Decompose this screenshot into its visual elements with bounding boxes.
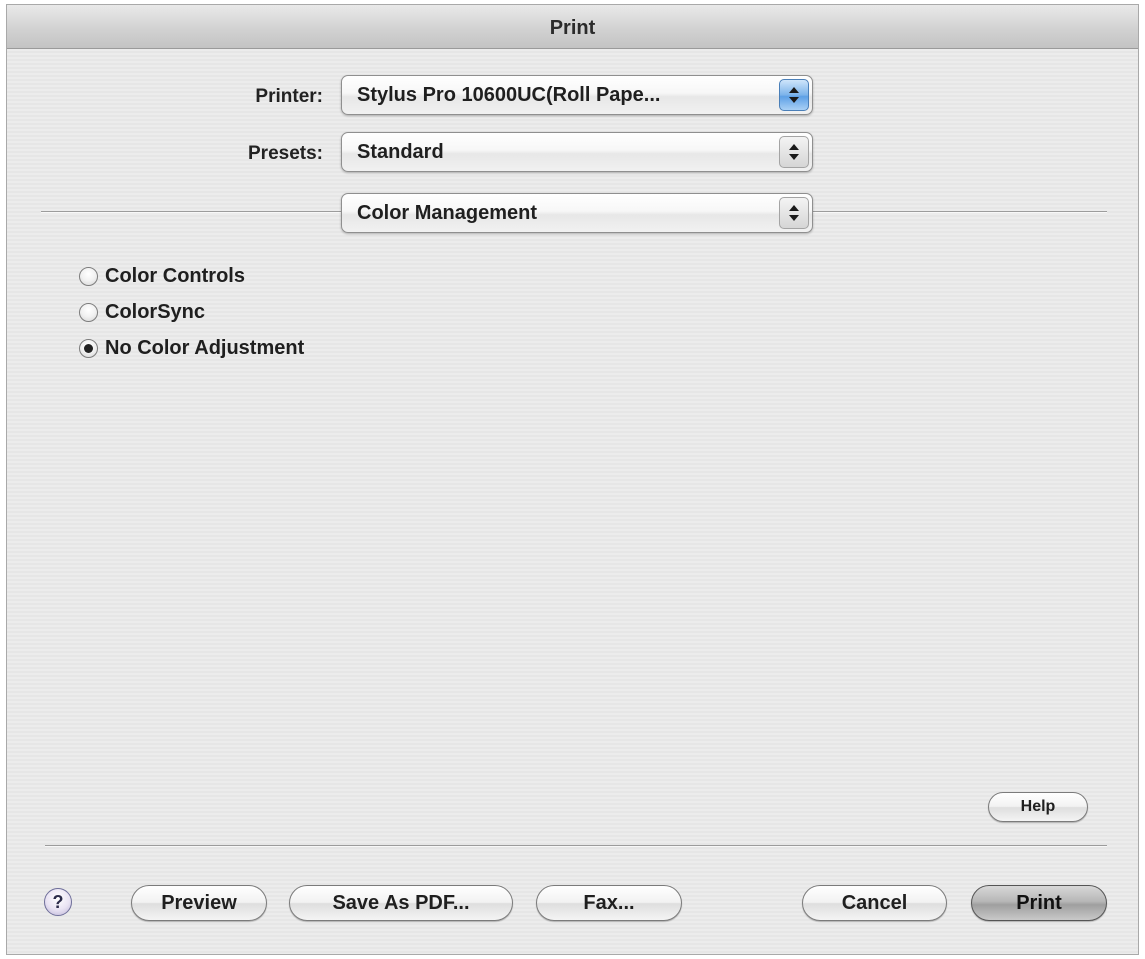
radio-label: No Color Adjustment: [105, 336, 305, 359]
printer-label: Printer:: [255, 86, 323, 107]
panel-separator-right: [813, 211, 1107, 213]
radio-button[interactable]: [79, 266, 98, 286]
radio-label: ColorSync: [105, 300, 206, 323]
footer-separator: [45, 845, 1107, 847]
print-button[interactable]: Print: [971, 885, 1107, 921]
panel-popup[interactable]: Color Management: [341, 193, 813, 233]
presets-label: Presets:: [248, 143, 323, 164]
panel-separator-left: [41, 211, 341, 213]
radio-no-color-adjustment[interactable]: No Color Adjustment: [79, 335, 304, 361]
presets-value: Standard: [357, 141, 444, 163]
fax-button[interactable]: Fax...: [536, 885, 682, 921]
printer-value: Stylus Pro 10600UC(Roll Pape...: [357, 84, 661, 106]
preview-button[interactable]: Preview: [131, 885, 267, 921]
radio-label: Color Controls: [105, 264, 245, 287]
help-button[interactable]: Help: [988, 792, 1088, 822]
print-dialog: Print Printer: Stylus Pro 10600UC(Roll P…: [6, 4, 1139, 955]
cancel-button[interactable]: Cancel: [802, 885, 947, 921]
panel-value: Color Management: [357, 202, 538, 224]
help-icon[interactable]: ?: [44, 888, 72, 916]
updown-arrows-icon: [779, 197, 809, 229]
title-bar[interactable]: Print: [7, 5, 1138, 49]
radio-color-controls[interactable]: Color Controls: [79, 263, 245, 289]
window-title: Print: [549, 17, 596, 39]
radio-colorsync[interactable]: ColorSync: [79, 299, 205, 325]
updown-arrows-icon: [779, 136, 809, 168]
presets-popup[interactable]: Standard: [341, 132, 813, 172]
printer-popup[interactable]: Stylus Pro 10600UC(Roll Pape...: [341, 75, 813, 115]
radio-button[interactable]: [79, 302, 98, 322]
save-as-pdf-button[interactable]: Save As PDF...: [289, 885, 513, 921]
radio-button-selected[interactable]: [79, 338, 98, 358]
updown-arrows-icon: [779, 79, 809, 111]
